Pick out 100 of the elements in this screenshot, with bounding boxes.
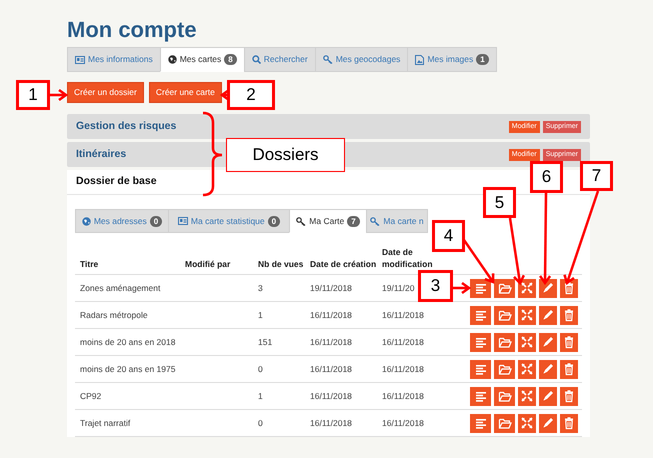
expand-icon	[520, 389, 534, 403]
table-cell-text: 16/11/2018	[382, 310, 425, 320]
expand-button[interactable]	[518, 386, 536, 406]
pencil-icon	[541, 362, 555, 376]
trash-icon	[562, 362, 576, 376]
column-header: Nb de vues	[253, 241, 305, 274]
key-icon	[322, 55, 333, 64]
lines-button[interactable]	[470, 278, 491, 298]
table-cell-text: Zones aménagement	[80, 282, 162, 292]
tab[interactable]: Mes geocodages	[314, 47, 408, 72]
tab[interactable]: Mes cartes 8	[160, 47, 245, 72]
tab[interactable]: Mes informations	[67, 47, 161, 72]
column-header: Modifié par	[180, 241, 253, 274]
table-cell-text: 19/11/2018	[310, 282, 353, 292]
lines-button[interactable]	[470, 414, 491, 432]
table-cell-text: Trajet narratif	[80, 418, 132, 428]
id-card-icon	[178, 217, 188, 225]
pencil-icon	[541, 416, 555, 430]
lines-button[interactable]	[470, 306, 491, 324]
expand-icon	[520, 362, 534, 376]
expand-button[interactable]	[518, 360, 536, 378]
folder-icon	[498, 281, 512, 295]
expand-button[interactable]	[518, 332, 536, 352]
folder-icon	[498, 416, 512, 430]
expand-icon	[520, 416, 534, 430]
pencil-button[interactable]	[539, 278, 557, 298]
table-cell-text: 16/11/2018	[382, 418, 425, 428]
lines-button[interactable]	[470, 360, 491, 378]
table-cell-text: 16/11/2018	[382, 364, 425, 374]
count-badge: 1	[476, 54, 489, 65]
trash-button[interactable]	[560, 306, 578, 324]
tab[interactable]: Ma carte statistique 0	[168, 209, 290, 233]
trash-button[interactable]	[560, 332, 578, 352]
callout-label: 2	[227, 80, 275, 110]
callout-label: Dossiers	[226, 138, 345, 172]
callout-label: 3	[418, 270, 453, 302]
expand-icon	[520, 281, 534, 295]
folder-button[interactable]	[494, 414, 515, 432]
column-header: Date de création	[305, 241, 377, 274]
lines-icon	[474, 416, 488, 430]
tab[interactable]: Mes images 1	[407, 47, 497, 72]
globe-icon	[168, 55, 177, 64]
lines-button[interactable]	[470, 332, 491, 352]
lines-button[interactable]	[470, 386, 491, 406]
expand-button[interactable]	[518, 414, 536, 432]
count-badge: 0	[150, 216, 162, 226]
table-cell-text: 16/11/2018	[382, 336, 425, 346]
trash-button[interactable]	[560, 386, 578, 406]
image-file-icon	[415, 54, 424, 64]
tab[interactable]: Rechercher	[244, 47, 316, 72]
lines-icon	[474, 389, 488, 403]
lines-icon	[474, 308, 488, 322]
folder-title[interactable]: Itinéraires	[76, 146, 126, 162]
table-cell-text: 16/11/2018	[310, 418, 353, 428]
pencil-button[interactable]	[539, 332, 557, 352]
callout-label: 5	[483, 187, 516, 218]
tab[interactable]: Ma carte n	[366, 209, 428, 233]
folder-button[interactable]	[494, 306, 515, 324]
expand-icon	[520, 308, 534, 322]
table-cell-text: 16/11/2018	[310, 364, 353, 374]
folder-title[interactable]: Gestion des risques	[76, 118, 176, 134]
create-button[interactable]: Créer une carte	[148, 82, 222, 103]
pencil-icon	[541, 389, 555, 403]
pencil-button[interactable]	[539, 386, 557, 406]
expand-button[interactable]	[518, 278, 536, 298]
folder-button[interactable]	[494, 278, 515, 298]
trash-button[interactable]	[560, 360, 578, 378]
table-cell-text: moins de 20 ans en 1975	[80, 364, 176, 374]
lines-icon	[474, 362, 488, 376]
pencil-button[interactable]	[539, 360, 557, 378]
table-cell-text: 3	[258, 282, 264, 292]
trash-icon	[562, 308, 576, 322]
expand-icon	[520, 335, 534, 349]
folder-title[interactable]: Dossier de base	[76, 174, 157, 190]
tab[interactable]: Ma Carte 7	[289, 209, 367, 233]
table-cell-text: 16/11/2018	[310, 336, 353, 346]
table-cell-text: CP92	[80, 390, 102, 400]
trash-icon	[562, 335, 576, 349]
table-cell-text: 1	[258, 310, 264, 320]
search-icon	[252, 55, 261, 64]
table-cell-text: 1	[258, 390, 264, 400]
pencil-icon	[541, 281, 555, 295]
key-icon	[296, 216, 306, 226]
folder-button[interactable]	[494, 332, 515, 352]
table-cell-text: 16/11/2018	[382, 390, 425, 400]
count-badge: 8	[224, 54, 237, 65]
callout-label: 1	[16, 80, 50, 110]
trash-button[interactable]	[560, 414, 578, 432]
create-button[interactable]: Créer un dossier	[67, 82, 144, 103]
tab[interactable]: Mes adresses 0	[75, 209, 169, 233]
table-cell-text: Radars métropole	[80, 310, 149, 320]
pencil-button[interactable]	[539, 414, 557, 432]
folder-button[interactable]	[494, 386, 515, 406]
pencil-button[interactable]	[539, 306, 557, 324]
folder-icon	[498, 362, 512, 376]
expand-button[interactable]	[518, 306, 536, 324]
table-cell-text: 16/11/2018	[310, 390, 353, 400]
folder-button[interactable]	[494, 360, 515, 378]
id-card-icon	[75, 56, 85, 64]
table-cell-text: 151	[258, 336, 274, 346]
